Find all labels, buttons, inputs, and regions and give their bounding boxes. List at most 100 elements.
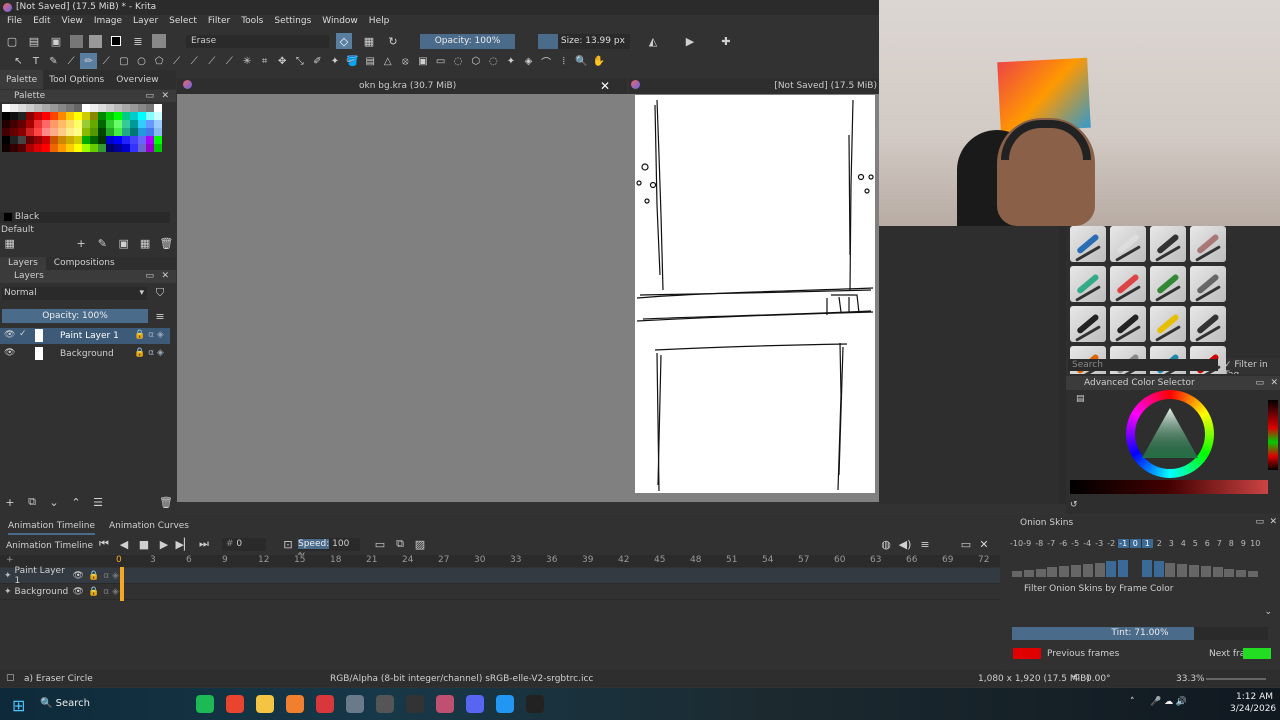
polygon-select-tool-icon[interactable]: ⬡ [467, 53, 484, 69]
tray-chevron-icon[interactable]: ˄ [1130, 697, 1135, 707]
menu-window[interactable]: Window [322, 16, 358, 30]
onion-frame-number[interactable]: -4 [1082, 539, 1093, 548]
rect-select-tool-icon[interactable]: ▭ [432, 53, 449, 69]
doc-tab[interactable]: okn bg.kra (30.7 MiB) ✕ [177, 78, 627, 94]
menu-tools[interactable]: Tools [241, 16, 263, 30]
ellipse-select-tool-icon[interactable]: ◌ [450, 53, 467, 69]
onion-toggle-icon[interactable]: α ◈ [103, 587, 119, 597]
filter-icon[interactable]: ⛉ [152, 285, 168, 301]
previous-frames-color[interactable] [1013, 648, 1041, 659]
wrap-around-icon[interactable]: ✚ [718, 33, 734, 49]
onion-frame-number[interactable]: 3 [1166, 539, 1177, 548]
ellipse-tool-icon[interactable]: ○ [133, 53, 150, 69]
onion-opacity-bar[interactable] [1236, 569, 1247, 577]
pan-tool-icon[interactable]: ✋ [591, 53, 608, 69]
mirror-vertical-icon[interactable]: ▶ [682, 33, 698, 49]
color-patches[interactable] [1268, 400, 1278, 470]
onion-frame-number[interactable]: -9 [1022, 539, 1033, 548]
timeline-layer-row[interactable]: ✦ Background 👁 🔒 α ◈ [0, 584, 1000, 600]
transform-tool-icon[interactable]: ⤡ [292, 53, 309, 69]
app-icon[interactable] [316, 695, 334, 713]
float-icon[interactable]: ▭ [1255, 517, 1264, 527]
onion-skin-icon[interactable]: ◍ [878, 536, 894, 552]
float-icon[interactable]: ▭ [1255, 376, 1264, 390]
color-history-bar[interactable] [1070, 480, 1268, 494]
hue-ring[interactable] [1126, 390, 1214, 478]
brush-preset-item[interactable] [1150, 266, 1186, 302]
add-swatch-icon[interactable]: + [73, 235, 88, 251]
onion-opacity-bar[interactable] [1106, 561, 1117, 577]
triangle-selector[interactable] [1140, 406, 1200, 460]
float-icon[interactable]: ▭ [958, 536, 974, 552]
selector-settings-icon[interactable]: ▤ [1076, 394, 1085, 404]
onion-opacity-bar[interactable] [1177, 563, 1188, 577]
visibility-icon[interactable]: 👁 [73, 571, 84, 581]
onion-frame-number[interactable]: -2 [1106, 539, 1117, 548]
menu-select[interactable]: Select [169, 16, 197, 30]
text-tool-icon[interactable]: T [28, 53, 45, 69]
magnetic-select-tool-icon[interactable]: ⦙ [555, 53, 572, 69]
spotify-icon[interactable] [196, 695, 214, 713]
onion-opacity-bar[interactable] [1082, 563, 1093, 577]
onion-frame-number[interactable]: 8 [1226, 539, 1237, 548]
onion-frame-number[interactable]: -10 [1010, 539, 1023, 548]
close-icon[interactable]: ✕ [1270, 376, 1278, 390]
clock-date[interactable]: 3/24/2026 [1230, 704, 1276, 714]
last-frame-icon[interactable]: ⏭ [196, 536, 212, 552]
freehand-path-tool-icon[interactable]: ⟋ [204, 53, 221, 69]
layer-flags-icon[interactable]: 🔒 α ◈ [134, 348, 164, 358]
move-down-icon[interactable]: ⌄ [46, 494, 62, 510]
onion-frame-number[interactable]: 2 [1154, 539, 1165, 548]
color-picker-tool-icon[interactable]: ✐ [309, 53, 326, 69]
next-frame-icon[interactable]: ▶▏ [176, 536, 193, 552]
move-up-icon[interactable]: ⌃ [68, 494, 84, 510]
tab-animation-timeline[interactable]: Animation Timeline [8, 519, 96, 535]
onion-opacity-bar[interactable] [1247, 571, 1258, 577]
pin-icon[interactable]: ▨ [412, 536, 428, 552]
discord-icon[interactable] [466, 695, 484, 713]
onion-frame-number[interactable]: -1 [1118, 539, 1129, 548]
bezier-select-tool-icon[interactable]: ⌒ [538, 53, 555, 69]
brush-search-input[interactable]: Search [1068, 359, 1218, 371]
onion-opacity-bar[interactable] [1059, 566, 1070, 577]
brush-preset-item[interactable] [1150, 306, 1186, 342]
edit-shapes-tool-icon[interactable]: ✎ [45, 53, 62, 69]
menu-edit[interactable]: Edit [33, 16, 50, 30]
chrome-icon[interactable] [226, 695, 244, 713]
float-icon[interactable]: ▭ [145, 270, 154, 283]
freehand-brush-tool-icon[interactable]: ✏ [80, 53, 97, 69]
drop-frames-icon[interactable]: ⊡ [280, 536, 296, 552]
save-icon[interactable]: ▣ [48, 33, 64, 49]
opacity-slider[interactable]: Opacity: 100% [420, 34, 515, 49]
timeline-menu-icon[interactable]: ≡ [917, 536, 933, 552]
menu-view[interactable]: View [62, 16, 83, 30]
frame-input[interactable]: # 0 [222, 538, 266, 551]
onion-frame-number[interactable]: 0 [1130, 539, 1141, 548]
layer-properties-icon[interactable]: ☰ [90, 494, 106, 510]
onion-opacity-bar[interactable] [1165, 562, 1176, 577]
editor-icon[interactable] [496, 695, 514, 713]
visibility-icon[interactable]: 👁 [73, 587, 84, 597]
delete-layer-icon[interactable]: 🗑 [158, 494, 174, 510]
speed-field[interactable]: Speed: 100 % [298, 538, 360, 562]
obs-icon[interactable] [376, 695, 394, 713]
pattern-icon[interactable] [89, 34, 102, 48]
lock-icon[interactable]: 🔒 [88, 571, 99, 581]
layer-flags-icon[interactable]: 🔒 α ◈ [134, 330, 164, 340]
brush-preset-item[interactable] [1110, 306, 1146, 342]
clock-time[interactable]: 1:12 AM [1236, 692, 1273, 702]
prev-frame-icon[interactable]: ◀ [116, 536, 132, 552]
crop-tool-icon[interactable]: ⌗ [256, 53, 273, 69]
menu-file[interactable]: File [7, 16, 22, 30]
layer-opacity-slider[interactable]: Opacity: 100% [2, 309, 148, 323]
onion-opacity-bar[interactable] [1212, 567, 1223, 577]
clone-frame-icon[interactable]: ⧉ [392, 536, 408, 552]
brush-preset-item[interactable] [1150, 226, 1186, 262]
close-icon[interactable]: ✕ [1269, 517, 1277, 527]
duplicate-layer-icon[interactable]: ⧉ [24, 494, 40, 510]
brush-preset-item[interactable] [1070, 306, 1106, 342]
zoom-value[interactable]: 33.3% [1176, 674, 1205, 684]
folder-icon[interactable] [256, 695, 274, 713]
onion-opacity-bar[interactable] [1141, 560, 1152, 577]
close-tab-icon[interactable]: ✕ [600, 79, 610, 93]
